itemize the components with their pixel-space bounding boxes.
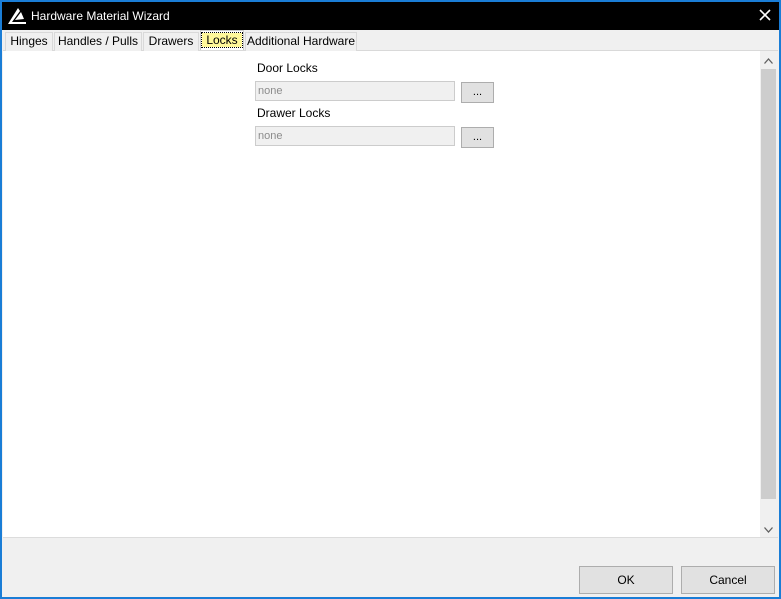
tab-additional-hardware[interactable]: Additional Hardware: [245, 32, 357, 51]
close-icon: [759, 8, 771, 24]
close-button[interactable]: [751, 2, 779, 30]
tab-strip: Hinges Handles / Pulls Drawers Locks Add…: [3, 30, 778, 51]
tab-label: Handles / Pulls: [57, 34, 139, 48]
door-locks-browse-button[interactable]: ...: [461, 82, 494, 103]
tab-hinges[interactable]: Hinges: [5, 32, 53, 51]
tab-label: Additional Hardware: [246, 34, 356, 48]
cancel-button[interactable]: Cancel: [681, 566, 775, 594]
door-locks-label: Door Locks: [257, 61, 318, 75]
vertical-scrollbar[interactable]: [760, 51, 777, 537]
door-locks-field[interactable]: none: [255, 81, 455, 101]
drawer-locks-label: Drawer Locks: [257, 106, 331, 120]
tab-label: Drawers: [148, 34, 194, 48]
scroll-up-button[interactable]: [760, 51, 777, 68]
tab-label: Hinges: [10, 34, 48, 48]
drawer-locks-browse-button[interactable]: ...: [461, 127, 494, 148]
title-bar[interactable]: Hardware Material Wizard: [2, 2, 779, 30]
locks-panel: Door Locks none ... Drawer Locks none ..…: [3, 51, 760, 537]
dialog-footer: OK Cancel: [3, 537, 778, 597]
app-logo-icon: [7, 7, 27, 25]
tab-handles-pulls[interactable]: Handles / Pulls: [54, 32, 142, 51]
drawer-locks-field[interactable]: none: [255, 126, 455, 146]
chevron-down-icon: [764, 522, 773, 536]
dialog-window: Hardware Material Wizard Hinges Handles …: [0, 0, 781, 599]
scroll-down-button[interactable]: [760, 520, 777, 537]
chevron-up-icon: [764, 53, 773, 67]
tab-drawers[interactable]: Drawers: [143, 32, 199, 51]
scrollbar-thumb[interactable]: [761, 69, 776, 499]
tab-label: Locks: [201, 32, 243, 48]
window-title: Hardware Material Wizard: [31, 9, 170, 23]
tab-locks[interactable]: Locks: [200, 30, 244, 50]
ok-button[interactable]: OK: [579, 566, 673, 594]
